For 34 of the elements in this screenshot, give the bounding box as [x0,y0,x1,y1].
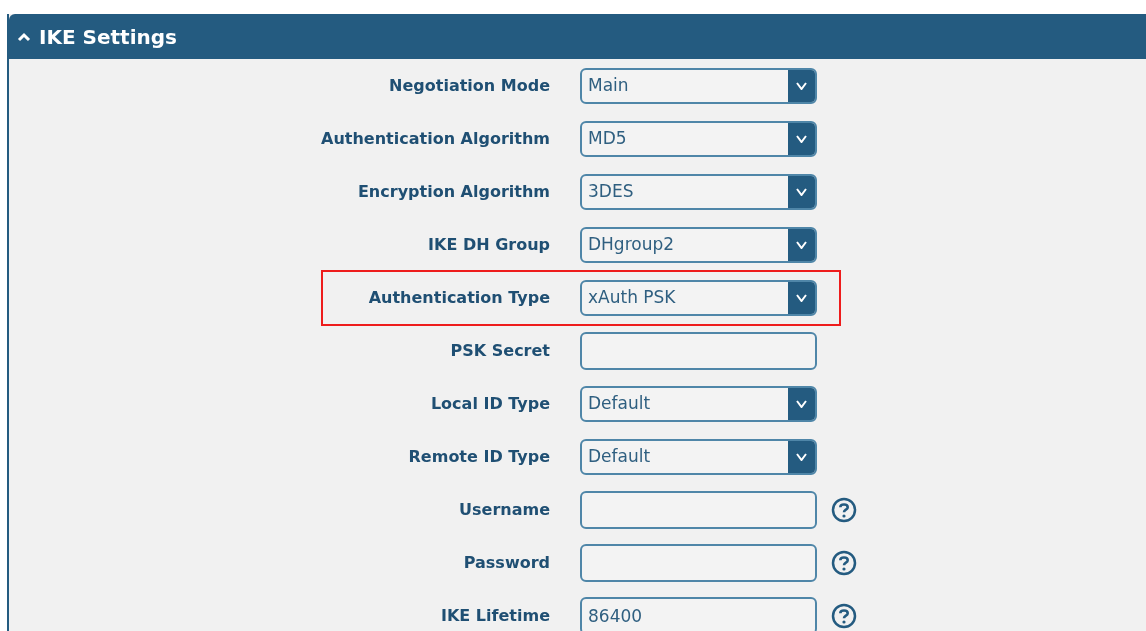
field-label: Password [462,551,550,574]
field-label: Authentication Type [367,286,550,309]
input-field[interactable] [580,331,817,370]
chevron-down-icon [796,81,807,90]
help-icon[interactable] [831,496,857,523]
dropdown[interactable]: Default [580,438,817,475]
field-label: Username [458,498,550,521]
dropdown[interactable]: Main [580,67,817,104]
chevron-down-icon [796,293,807,302]
input-field[interactable]: 86400 [580,596,817,631]
field-label: Remote ID Type [407,445,550,468]
dropdown[interactable]: DHgroup2 [580,226,817,263]
field-label: PSK Secret [449,339,550,362]
field-label: Authentication Algorithm [320,127,550,150]
panel-title: IKE Settings [39,23,177,51]
panel-header[interactable]: IKE Settings [9,14,1146,59]
chevron-down-icon [796,187,807,196]
help-icon[interactable] [831,602,857,629]
chevron-down-icon [796,399,807,408]
chevron-down-icon [796,134,807,143]
input-field[interactable] [580,490,817,529]
chevron-down-icon [796,452,807,461]
input-field[interactable] [580,543,817,582]
field-label: IKE Lifetime [440,604,550,627]
field-label: Negotiation Mode [388,74,550,97]
field-label: Local ID Type [429,392,550,415]
dropdown[interactable]: Default [580,385,817,422]
chevron-down-icon [796,240,807,249]
help-icon[interactable] [831,549,857,576]
dropdown[interactable]: MD5 [580,120,817,157]
field-label: Encryption Algorithm [356,180,550,203]
dropdown[interactable]: 3DES [580,173,817,210]
field-label: IKE DH Group [427,233,550,256]
dropdown[interactable]: xAuth PSK [580,279,817,316]
